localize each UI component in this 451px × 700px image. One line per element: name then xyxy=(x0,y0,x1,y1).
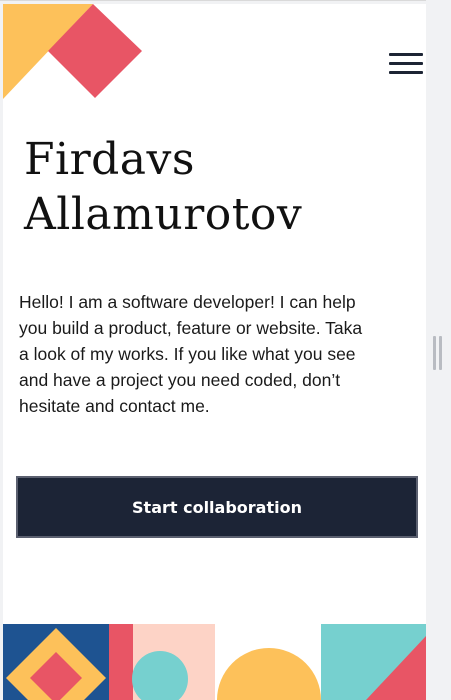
page-viewport: Firdavs Allamurotov Hello! I am a softwa… xyxy=(3,4,426,700)
menu-bar-top xyxy=(389,53,423,56)
header-decoration xyxy=(3,4,142,99)
resize-handle[interactable] xyxy=(433,336,443,370)
coral-corner-shape xyxy=(109,624,133,700)
top-border xyxy=(0,0,426,1)
hero-title-last-name: Allamurotov xyxy=(24,189,303,240)
hero-intro-text: Hello! I am a software developer! I can … xyxy=(19,292,363,416)
menu-bar-middle xyxy=(389,62,423,65)
hero-title: Firdavs Allamurotov xyxy=(24,132,404,242)
footer-decoration xyxy=(3,624,426,700)
hamburger-menu-icon[interactable] xyxy=(389,53,425,79)
page-frame: Firdavs Allamurotov Hello! I am a softwa… xyxy=(0,0,451,700)
menu-bar-bottom xyxy=(389,71,423,74)
start-collaboration-button[interactable]: Start collaboration xyxy=(16,476,418,538)
hero-title-first-name: Firdavs xyxy=(24,134,195,185)
